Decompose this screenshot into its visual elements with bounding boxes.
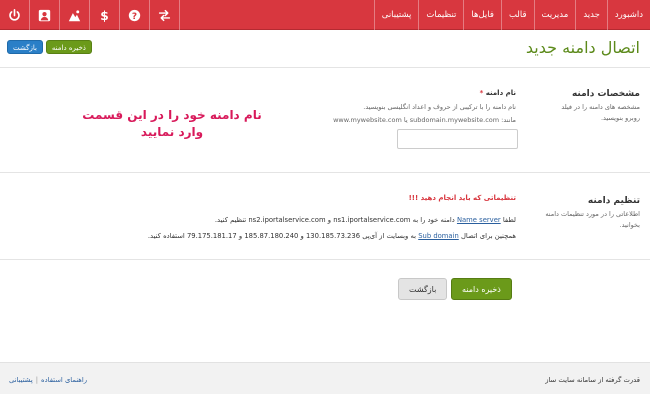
swap-button[interactable] [150, 0, 180, 30]
support-link[interactable]: پشتیبانی [9, 376, 33, 384]
back-button-small[interactable]: بازگشت [7, 40, 43, 54]
name-server-link[interactable]: Name server [457, 216, 501, 224]
power-button[interactable] [0, 0, 30, 30]
power-icon [9, 8, 20, 21]
sub-text-b: به وبسایت از آی‌پی 130.185.73.236 و 185.… [147, 232, 417, 240]
toolbar-icons: $ ? [0, 0, 180, 30]
nav-template[interactable]: قالب [500, 0, 534, 30]
footer: قدرت گرفته از سامانه سایت ساز راهنمای اس… [0, 362, 650, 394]
ns-text-a: لطفا [502, 216, 516, 224]
domain-name-input[interactable] [397, 129, 518, 149]
swap-icon [158, 9, 171, 21]
image-icon [68, 9, 81, 21]
help-button[interactable]: ? [120, 0, 150, 30]
help-link[interactable]: راهنمای استفاده [41, 376, 87, 384]
svg-text:?: ? [132, 11, 137, 21]
nav-files[interactable]: فایل‌ها [463, 0, 501, 30]
nameserver-instruction: لطفا Name server دامنه خود را به ns1.ipo… [215, 216, 516, 224]
help-icon: ? [128, 9, 141, 21]
save-domain-button-small[interactable]: ذخیره دامنه [45, 40, 92, 54]
sub-domain-link[interactable]: Sub domain [418, 232, 459, 240]
actions-divider [0, 259, 650, 260]
svg-text:$: $ [100, 9, 108, 22]
header-actions: بازگشت ذخیره دامنه [7, 40, 92, 54]
domain-name-label: نام دامنه * [480, 89, 516, 97]
nav-manage[interactable]: مدیریت [533, 0, 576, 30]
footer-separator: | [35, 376, 39, 384]
user-button[interactable] [30, 0, 60, 30]
domain-section-title: مشخصات دامنه [571, 89, 640, 99]
ns-text-b: دامنه خود را به ns1.iportalservice.com و… [214, 216, 455, 224]
billing-button[interactable]: $ [90, 0, 120, 30]
subdomain-instruction: همچنین برای اتصال Sub domain به وبسایت ا… [148, 232, 516, 240]
domain-help-text: نام دامنه را با ترکیبی از حروف و اعداد ا… [363, 103, 516, 111]
dollar-icon: $ [100, 9, 108, 22]
powered-by-text: قدرت گرفته از سامانه سایت ساز [545, 376, 640, 384]
back-button[interactable]: بازگشت [398, 278, 448, 300]
save-domain-button[interactable]: ذخیره دامنه [451, 278, 512, 300]
main-nav: داشبورد جدید مدیریت قالب فایل‌ها تنظیمات… [373, 0, 650, 30]
required-mark: * [479, 89, 484, 97]
nav-dashboard[interactable]: داشبورد [606, 0, 650, 30]
section-divider [0, 172, 650, 173]
header-divider [0, 67, 650, 68]
domain-name-label-text: نام دامنه [485, 89, 516, 97]
user-icon [38, 9, 51, 21]
nav-support[interactable]: پشتیبانی [373, 0, 419, 30]
sub-text-a: همچنین برای اتصال [460, 232, 516, 240]
domain-section-desc: مشخصه های دامنه را در فیلد روبرو بنویسید… [561, 103, 640, 122]
settings-section-title: تنظیم دامنه [587, 196, 640, 206]
top-navbar: داشبورد جدید مدیریت قالب فایل‌ها تنظیمات… [0, 0, 650, 30]
instruction-callout: نام دامنه خود را در این قسمت وارد نمایید [82, 108, 262, 139]
settings-warning: تنظیماتی که باید انجام دهید !!! [408, 194, 516, 202]
nav-new[interactable]: جدید [575, 0, 607, 30]
domain-example-text: مانند: subdomain.mywebsite.com یا www.my… [333, 116, 516, 124]
nav-settings[interactable]: تنظیمات [418, 0, 463, 30]
settings-section-desc: اطلاعاتی را در مورد تنظیمات دامنه بخوانی… [545, 210, 640, 229]
image-button[interactable] [60, 0, 90, 30]
footer-links: راهنمای استفاده | پشتیبانی [9, 376, 87, 384]
page-title: اتصال دامنه جدید [525, 38, 640, 57]
